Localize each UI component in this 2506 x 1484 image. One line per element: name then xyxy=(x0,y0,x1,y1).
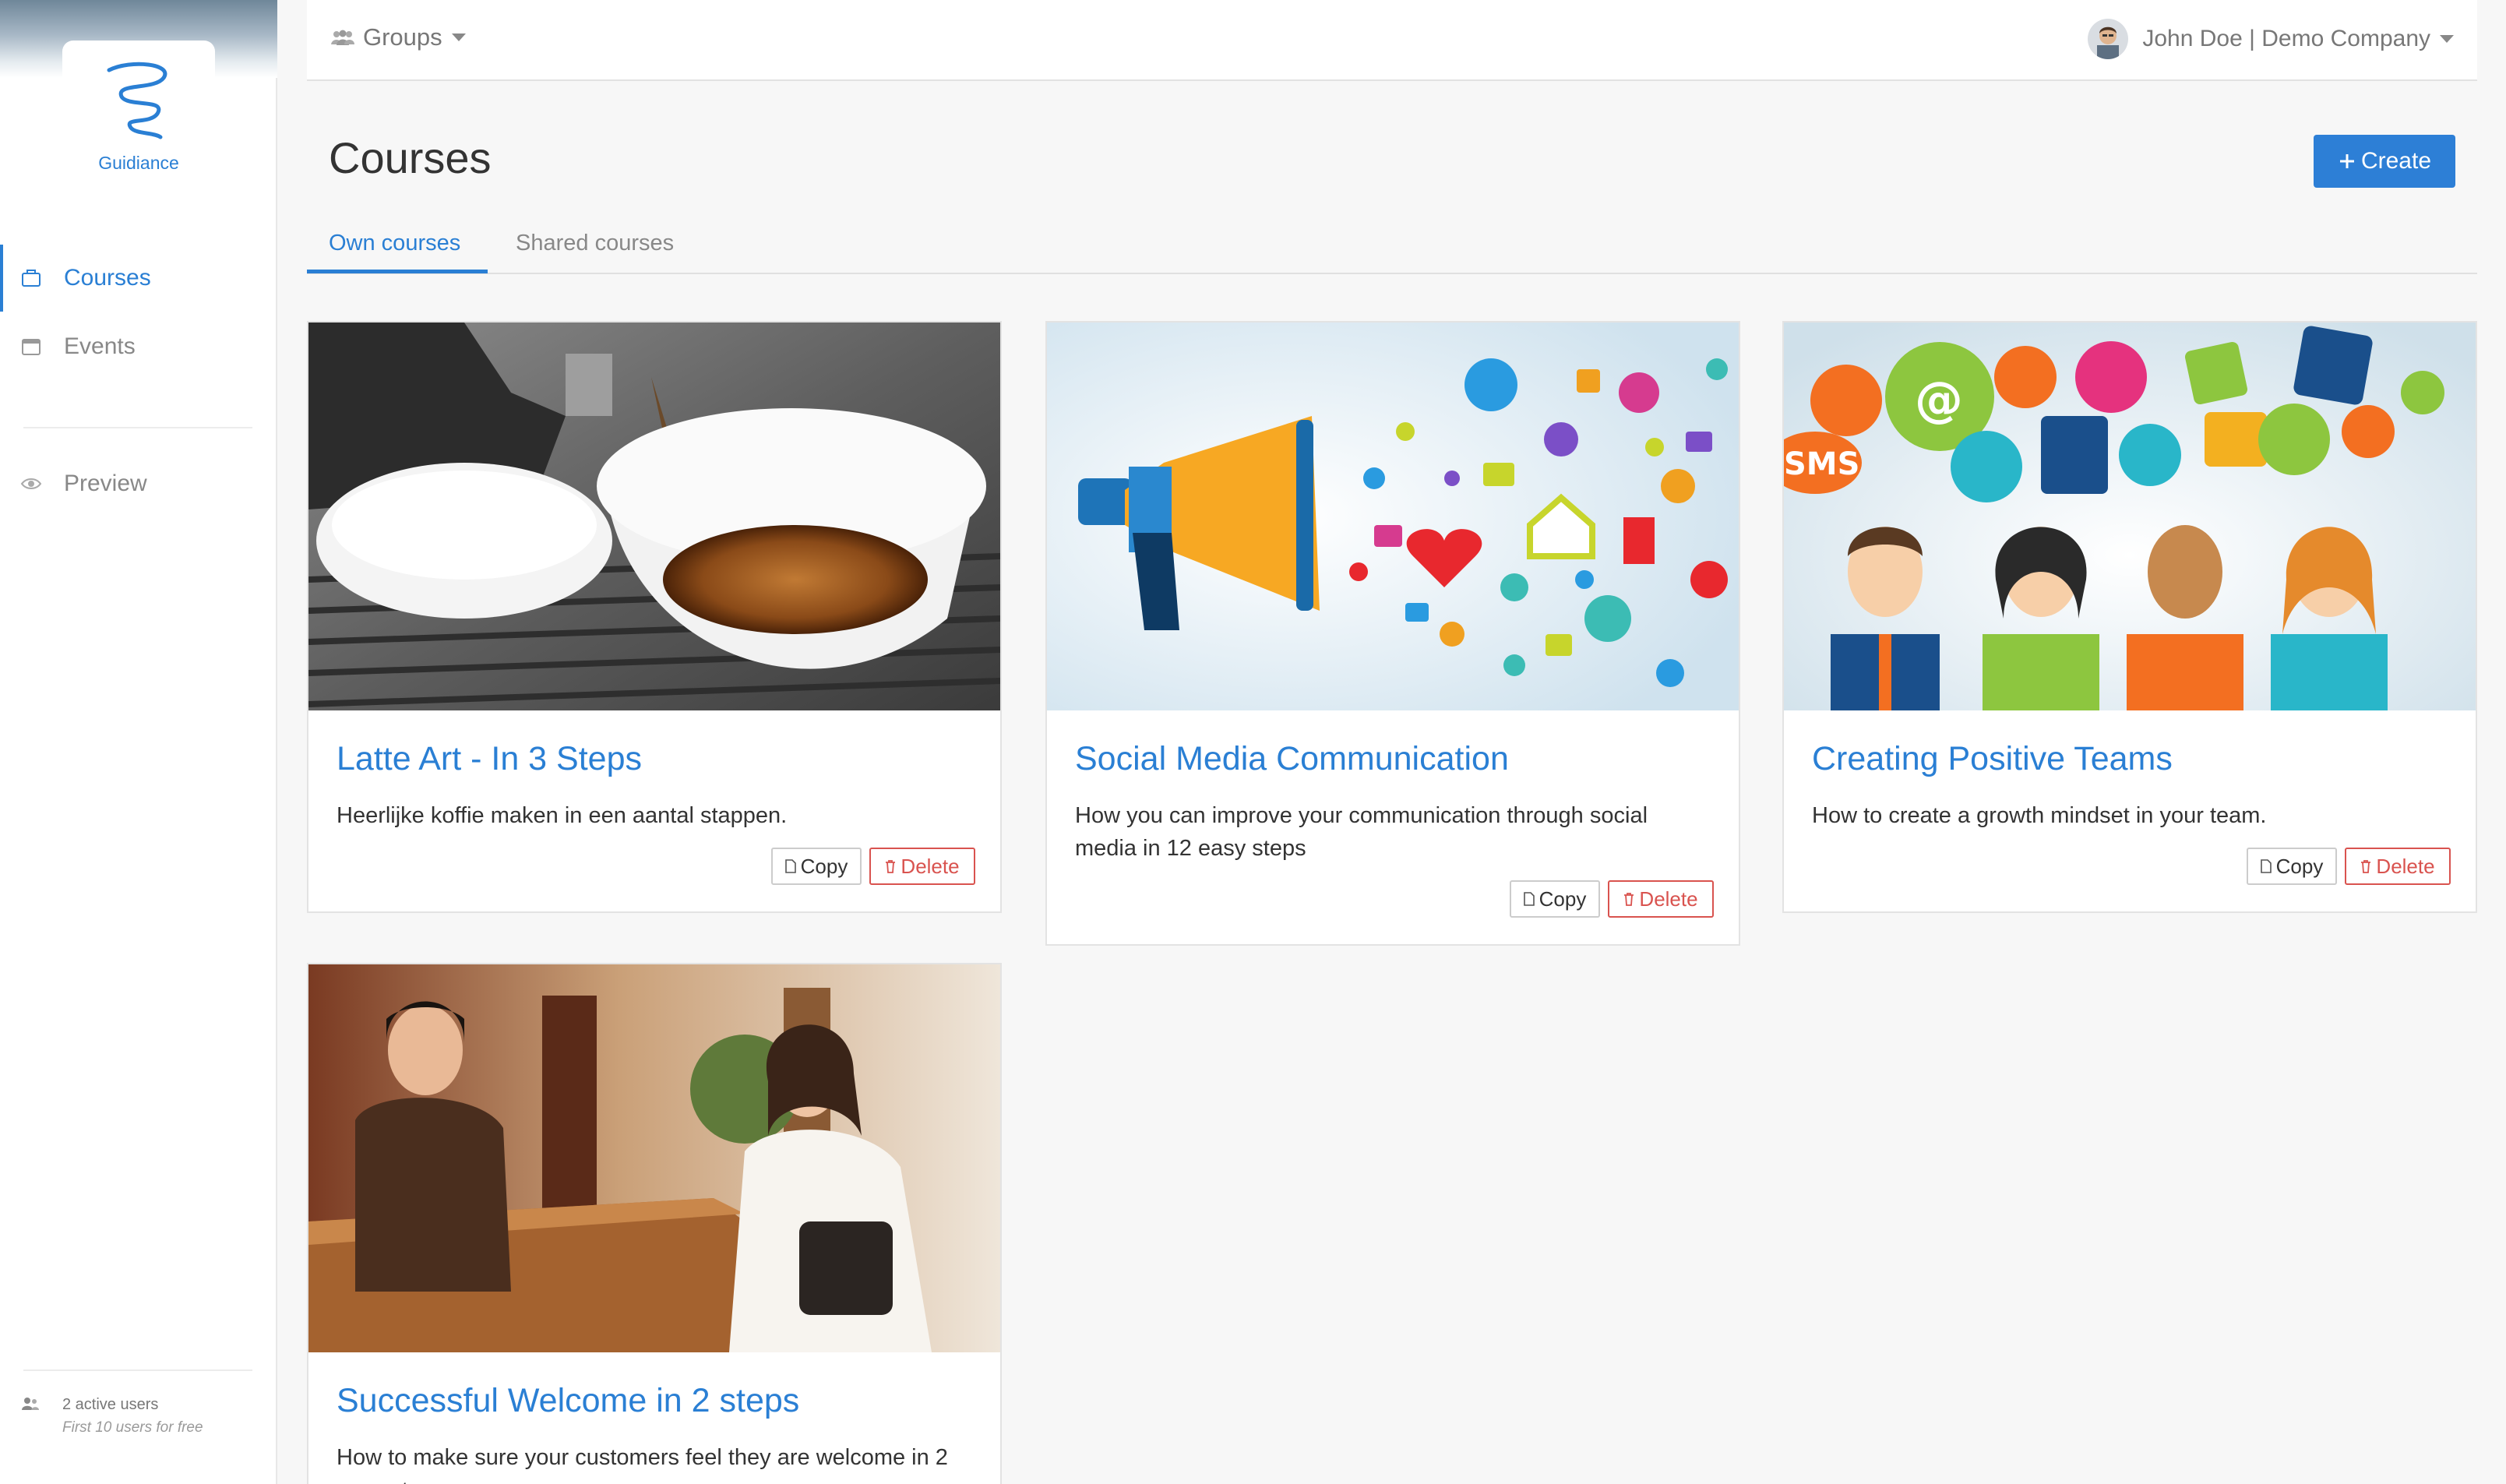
svg-text:@: @ xyxy=(1915,371,1963,428)
groups-icon xyxy=(331,30,354,45)
course-title[interactable]: Successful Welcome in 2 steps xyxy=(337,1382,799,1420)
course-description: How you can improve your communication t… xyxy=(1075,803,1648,861)
avatar xyxy=(2088,19,2129,59)
sidebar-item-courses[interactable]: Courses xyxy=(0,245,277,312)
course-title[interactable]: Creating Positive Teams xyxy=(1812,740,2173,778)
chevron-down-icon xyxy=(2440,35,2454,43)
course-thumbnail[interactable] xyxy=(308,964,1000,1352)
tabs-divider xyxy=(307,273,2477,274)
free-users-note: First 10 users for free xyxy=(62,1419,203,1436)
sidebar: Guidiance Courses Events Preview 2 activ… xyxy=(0,0,277,1484)
file-icon xyxy=(2260,859,2272,873)
calendar-icon xyxy=(20,336,42,358)
sidebar-item-label: Events xyxy=(64,333,136,359)
megaphone-image xyxy=(1047,323,1739,710)
coffee-image xyxy=(308,323,1000,710)
sidebar-footer-divider xyxy=(23,1369,252,1371)
sidebar-item-events[interactable]: Events xyxy=(0,313,277,380)
delete-label: Delete xyxy=(2376,854,2435,878)
course-description: Heerlijke koffie maken in een aantal sta… xyxy=(337,803,788,828)
active-users-count: 2 active users xyxy=(62,1396,159,1413)
logo-text: Guidiance xyxy=(98,153,179,173)
file-icon xyxy=(1523,892,1535,906)
sidebar-item-label: Courses xyxy=(64,265,151,291)
course-card: Successful Welcome in 2 steps How to mak… xyxy=(307,963,1002,1484)
tab-shared-courses[interactable]: Shared courses xyxy=(516,231,674,256)
course-description: How to make sure your customers feel the… xyxy=(337,1445,948,1484)
sidebar-item-label: Preview xyxy=(64,471,147,496)
eye-icon xyxy=(20,473,42,495)
course-thumbnail[interactable] xyxy=(308,323,1000,710)
active-tab-indicator xyxy=(307,270,488,273)
trash-icon xyxy=(886,860,896,873)
groups-label: Groups xyxy=(363,23,442,51)
course-card: Social Media Communication How you can i… xyxy=(1045,321,1740,946)
delete-button[interactable]: Delete xyxy=(1608,880,1714,918)
sidebar-divider xyxy=(23,427,252,428)
delete-button[interactable]: Delete xyxy=(869,848,975,885)
svg-text:SMS: SMS xyxy=(1784,446,1859,482)
chevron-down-icon xyxy=(451,33,466,41)
delete-label: Delete xyxy=(901,854,960,878)
user-menu[interactable]: John Doe | Demo Company xyxy=(2088,19,2454,59)
top-header: Groups John Doe | Demo Company xyxy=(307,0,2477,81)
team-image: SMS @ xyxy=(1784,323,2476,710)
logo[interactable]: Guidiance xyxy=(62,41,215,189)
course-card: SMS @ Creating Positive Teams How to cre… xyxy=(1782,321,2477,913)
create-label: Create xyxy=(2360,148,2432,174)
logo-swirl-icon xyxy=(107,62,167,139)
groups-dropdown[interactable]: Groups xyxy=(330,23,466,51)
copy-label: Copy xyxy=(2275,854,2324,878)
users-icon xyxy=(22,1398,39,1410)
course-icon xyxy=(20,267,42,289)
delete-button[interactable]: Delete xyxy=(2345,848,2451,885)
trash-icon xyxy=(1624,893,1634,906)
trash-icon xyxy=(2361,860,2371,873)
course-description: How to create a growth mindset in your t… xyxy=(1812,803,2267,828)
copy-button[interactable]: Copy xyxy=(771,848,862,885)
user-label: John Doe | Demo Company xyxy=(2142,26,2430,51)
course-title[interactable]: Social Media Communication xyxy=(1075,740,1509,778)
delete-label: Delete xyxy=(1639,887,1698,911)
file-icon xyxy=(784,859,796,873)
course-card: Latte Art - In 3 Steps Heerlijke koffie … xyxy=(307,321,1002,913)
copy-label: Copy xyxy=(800,854,848,878)
copy-button[interactable]: Copy xyxy=(2247,848,2337,885)
course-title[interactable]: Latte Art - In 3 Steps xyxy=(337,740,642,778)
copy-button[interactable]: Copy xyxy=(1510,880,1600,918)
sidebar-item-preview[interactable]: Preview xyxy=(0,450,277,517)
course-thumbnail[interactable]: SMS @ xyxy=(1784,323,2476,710)
page-title: Courses xyxy=(329,133,492,182)
plus-icon xyxy=(2339,154,2354,168)
course-thumbnail[interactable] xyxy=(1047,323,1739,710)
copy-label: Copy xyxy=(1538,887,1587,911)
tab-own-courses[interactable]: Own courses xyxy=(329,231,460,256)
create-button[interactable]: Create xyxy=(2314,135,2455,188)
welcome-image xyxy=(308,964,1000,1352)
